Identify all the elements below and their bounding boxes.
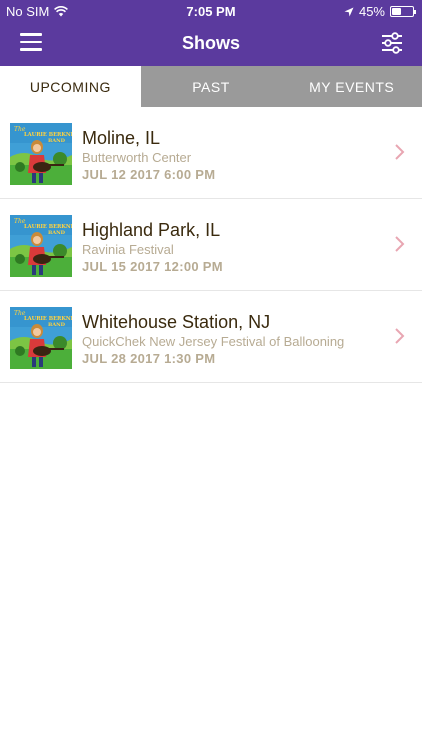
tab-bar: UPCOMING PAST MY EVENTS xyxy=(0,66,422,107)
svg-text:BAND: BAND xyxy=(48,322,66,328)
show-venue: Ravinia Festival xyxy=(82,242,174,257)
chevron-right-icon xyxy=(395,328,405,344)
show-city: Whitehouse Station, NJ xyxy=(82,312,271,332)
show-city: Moline, IL xyxy=(82,128,161,148)
svg-text:BAND: BAND xyxy=(48,138,66,144)
tab-my-events[interactable]: MY EVENTS xyxy=(281,66,422,107)
page-title: Shows xyxy=(181,33,240,53)
show-venue: QuickChek New Jersey Festival of Balloon… xyxy=(82,334,345,349)
show-date: JUL 12 2017 6:00 PM xyxy=(82,167,216,182)
show-venue: Butterworth Center xyxy=(82,150,192,165)
show-date: JUL 28 2017 1:30 PM xyxy=(82,351,216,366)
nav-bar: Shows xyxy=(0,22,422,66)
battery-fill xyxy=(392,8,401,15)
location-arrow-icon xyxy=(344,7,354,16)
show-list-item[interactable]: The LAURIE BERKNER BAND Highland Park, I… xyxy=(0,199,422,291)
sliders-filter-icon[interactable] xyxy=(380,32,404,54)
battery-icon xyxy=(390,6,416,17)
app-header: No SIM 7:05 PM 45% Shows xyxy=(0,0,422,66)
band-album-thumbnail: The LAURIE BERKNER BAND xyxy=(10,215,72,277)
show-city: Highland Park, IL xyxy=(82,220,221,240)
tab-past[interactable]: PAST xyxy=(141,66,282,107)
show-date: JUL 15 2017 12:00 PM xyxy=(82,259,223,274)
tab-upcoming[interactable]: UPCOMING xyxy=(0,66,141,107)
chevron-right-icon xyxy=(395,236,405,252)
show-list-item[interactable]: The LAURIE BERKNER BAND Whitehouse Stati… xyxy=(0,291,422,383)
status-bar: No SIM 7:05 PM 45% xyxy=(0,0,422,22)
svg-text:BAND: BAND xyxy=(48,230,66,236)
chevron-right-icon xyxy=(395,144,405,160)
battery-percent: 45% xyxy=(358,4,385,19)
show-list: The LAURIE BERKNER BAND Moline, IL Butte… xyxy=(0,107,422,383)
show-list-item[interactable]: The LAURIE BERKNER BAND Moline, IL Butte… xyxy=(0,107,422,199)
status-right: 45% xyxy=(344,4,416,19)
band-album-thumbnail: The LAURIE BERKNER BAND xyxy=(10,307,72,369)
band-album-thumbnail: The LAURIE BERKNER BAND xyxy=(10,123,72,185)
